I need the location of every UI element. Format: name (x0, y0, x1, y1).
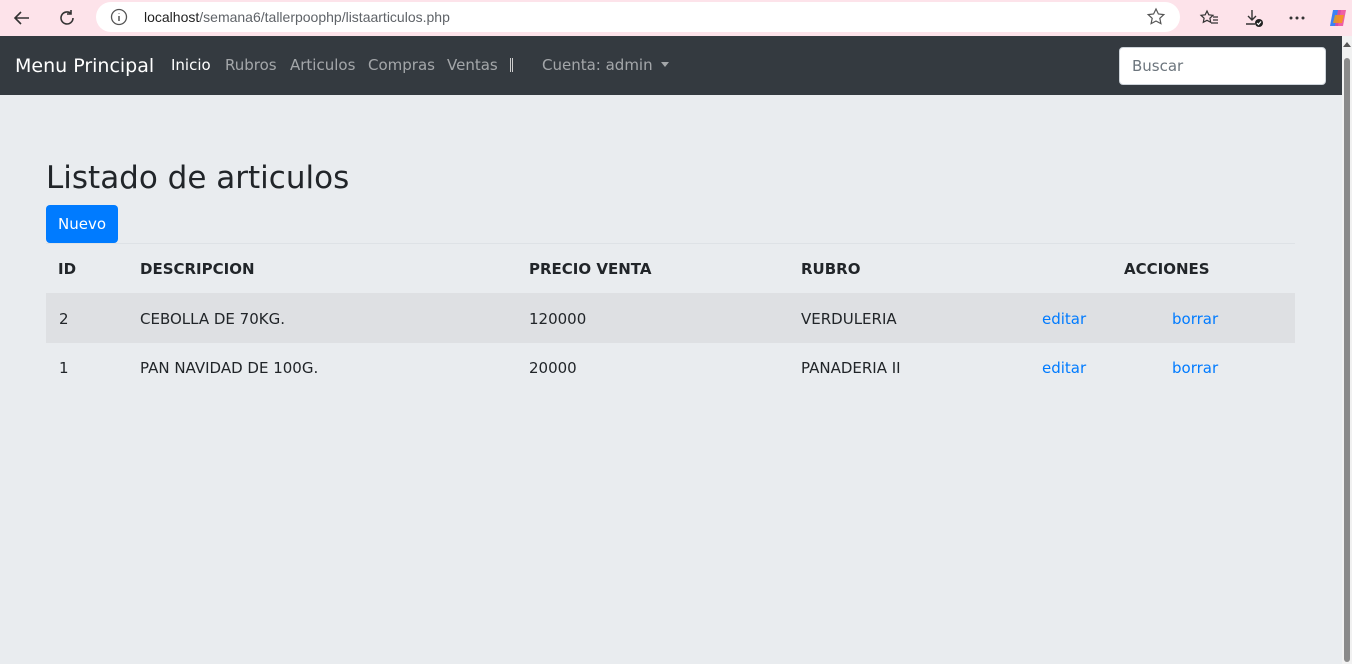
nav-link-ventas[interactable]: Ventas (447, 56, 498, 74)
table-top-border (46, 243, 1295, 244)
url-host: localhost (144, 9, 200, 25)
favorite-star-icon[interactable] (1146, 7, 1166, 27)
scroll-thumb[interactable] (1344, 58, 1350, 662)
delete-link[interactable]: borrar (1172, 310, 1218, 328)
edit-link[interactable]: editar (1042, 359, 1086, 377)
nav-link-rubros[interactable]: Rubros (225, 56, 277, 74)
cell-precio: 20000 (529, 359, 577, 377)
table-row: 1 PAN NAVIDAD DE 100G. 20000 PANADERIA I… (46, 342, 1295, 392)
back-arrow-icon[interactable] (8, 4, 36, 32)
column-header-rubro: RUBRO (801, 260, 861, 278)
table-row: 2 CEBOLLA DE 70KG. 120000 VERDULERIA edi… (46, 293, 1295, 343)
nav-link-articulos[interactable]: Articulos (290, 56, 355, 74)
page-title: Listado de articulos (46, 160, 350, 196)
favorites-icon[interactable] (1195, 4, 1223, 32)
navbar-brand[interactable]: Menu Principal (15, 55, 154, 77)
url-text: localhost/semana6/tallerpoophp/listaarti… (144, 9, 450, 25)
nav-link-compras[interactable]: Compras (368, 56, 435, 74)
nav-divider (510, 58, 513, 72)
column-header-precio-venta: PRECIO VENTA (529, 260, 652, 278)
caret-down-icon (660, 62, 669, 67)
column-header-acciones: ACCIONES (1124, 260, 1210, 278)
cell-descripcion: CEBOLLA DE 70KG. (140, 310, 285, 328)
address-bar[interactable]: localhost/semana6/tallerpoophp/listaarti… (96, 2, 1180, 32)
search-input[interactable] (1119, 47, 1326, 85)
page-scrollbar[interactable] (1342, 36, 1352, 664)
url-path: /semana6/tallerpoophp/listaarticulos.php (199, 9, 450, 25)
cell-id: 1 (59, 359, 69, 377)
account-dropdown[interactable]: Cuenta: admin (542, 56, 669, 74)
cell-rubro: PANADERIA II (801, 359, 901, 377)
edit-link[interactable]: editar (1042, 310, 1086, 328)
more-options-icon[interactable] (1283, 4, 1311, 32)
cell-rubro: VERDULERIA (801, 310, 897, 328)
site-info-icon[interactable] (110, 8, 128, 26)
scroll-up-arrow-icon[interactable] (1343, 42, 1351, 47)
cell-id: 2 (59, 310, 69, 328)
copilot-icon[interactable] (1324, 4, 1352, 32)
main-navbar: Menu Principal Inicio Rubros Articulos C… (0, 36, 1342, 95)
cell-descripcion: PAN NAVIDAD DE 100G. (140, 359, 319, 377)
delete-link[interactable]: borrar (1172, 359, 1218, 377)
cell-precio: 120000 (529, 310, 587, 328)
account-label: Cuenta: admin (542, 56, 653, 74)
downloads-icon[interactable] (1240, 4, 1268, 32)
reload-icon[interactable] (53, 4, 81, 32)
new-article-button[interactable]: Nuevo (46, 205, 118, 243)
nav-link-inicio[interactable]: Inicio (171, 56, 211, 74)
column-header-descripcion: DESCRIPCION (140, 260, 255, 278)
browser-toolbar: localhost/semana6/tallerpoophp/listaarti… (0, 0, 1352, 36)
column-header-id: ID (58, 260, 77, 278)
